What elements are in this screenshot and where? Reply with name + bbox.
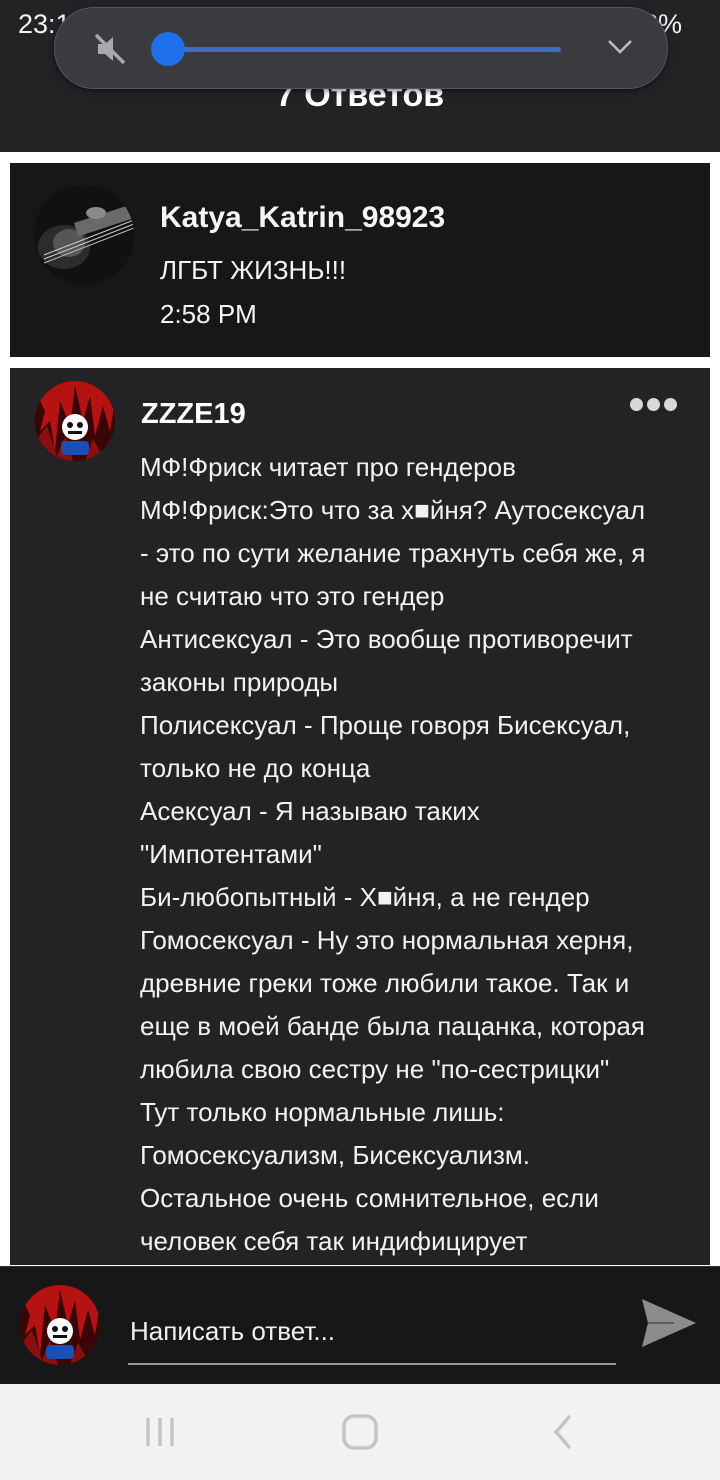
reply-input[interactable] — [128, 1299, 616, 1365]
guitar-avatar-image — [34, 185, 134, 285]
volume-slider-track[interactable] — [171, 47, 561, 52]
volume-slider-handle[interactable] — [151, 32, 185, 66]
post-author[interactable]: Katya_Katrin_98923 — [160, 201, 445, 235]
comment-author[interactable]: ZZZE19 — [141, 398, 246, 431]
comment-line: МФ!Фриск читает про гендеров — [140, 452, 516, 482]
comment-line: древние греки тоже любили такое. Так и — [140, 968, 630, 998]
home-icon[interactable] — [340, 1412, 380, 1452]
comment-line: Би-любопытный - Х■йня, а не гендер — [140, 882, 590, 912]
more-icon — [664, 398, 677, 411]
comment-line: "Импотентами" — [140, 839, 322, 869]
avatar[interactable] — [34, 185, 134, 285]
send-icon — [642, 1299, 696, 1347]
original-post: Katya_Katrin_98923 ЛГБТ ЖИЗНЬ!!! 2:58 PM — [10, 163, 710, 357]
comment-line: Асексуал - Я называю таких — [140, 796, 480, 826]
comment-line: любила свою сестру не "по-сестрицки" — [140, 1054, 610, 1084]
volume-panel[interactable] — [54, 7, 668, 89]
more-icon — [630, 398, 643, 411]
send-button[interactable] — [640, 1297, 698, 1349]
navigation-bar — [0, 1384, 720, 1480]
comment-line: Остальное очень сомнительное, если — [140, 1183, 599, 1213]
skeleton-avatar-image — [20, 1285, 100, 1365]
comment-line: Гомосексуал - Ну это нормальная херня, — [140, 925, 634, 955]
comment-line: человек себя так индифицирует — [140, 1226, 528, 1256]
comment-line: Антисексуал - Это вообще противоречит — [140, 624, 633, 654]
comment-line: МФ!Фриск:Это что за х■йня? Аутосексуал — [140, 495, 646, 525]
reply-bar — [0, 1266, 720, 1385]
comment-line: - это по сути желание трахнуть себя же, … — [140, 538, 646, 568]
chevron-down-icon[interactable] — [607, 38, 633, 56]
comment-line: Тут только нормальные лишь: — [140, 1097, 505, 1127]
comment-line: законы природы — [140, 667, 339, 697]
more-options-button[interactable] — [630, 398, 690, 426]
avatar[interactable] — [35, 381, 115, 461]
mute-speaker-icon[interactable] — [93, 32, 127, 66]
comment: ZZZE19 МФ!Фриск читает про гендеров МФ!Фр… — [10, 368, 710, 1265]
comment-line: еще в моей банде была пацанка, которая — [140, 1011, 645, 1041]
comment-line: только не до конца — [140, 753, 371, 783]
back-icon[interactable] — [544, 1412, 584, 1452]
comment-line: Гомосексуализм, Бисексуализм. — [140, 1140, 530, 1170]
comment-line: не считаю что это гендер — [140, 581, 445, 611]
more-icon — [647, 398, 660, 411]
skeleton-avatar-image — [35, 381, 115, 461]
post-text: ЛГБТ ЖИЗНЬ!!! — [160, 255, 347, 285]
comment-line: Полисексуал - Проще говоря Бисексуал, — [140, 710, 631, 740]
avatar — [20, 1285, 100, 1365]
comment-body: МФ!Фриск читает про гендеров МФ!Фриск:Это… — [140, 446, 700, 1263]
post-timestamp: 2:58 PM — [160, 299, 257, 329]
recent-apps-icon[interactable] — [140, 1412, 180, 1452]
